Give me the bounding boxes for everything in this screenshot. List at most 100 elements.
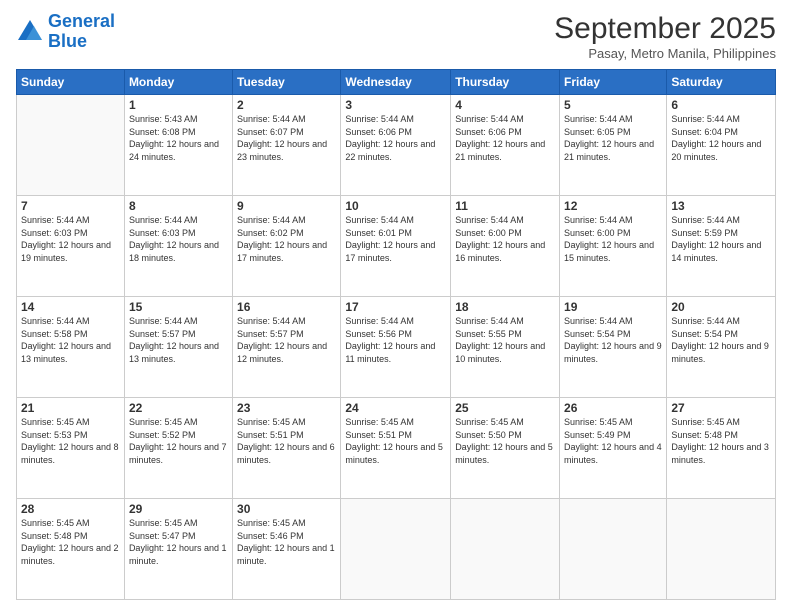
calendar-cell: 16Sunrise: 5:44 AM Sunset: 5:57 PM Dayli… (233, 297, 341, 398)
calendar-cell: 25Sunrise: 5:45 AM Sunset: 5:50 PM Dayli… (451, 398, 560, 499)
day-info: Sunrise: 5:44 AM Sunset: 6:01 PM Dayligh… (345, 214, 446, 264)
day-number: 22 (129, 401, 228, 415)
day-info: Sunrise: 5:44 AM Sunset: 5:55 PM Dayligh… (455, 315, 555, 365)
day-info: Sunrise: 5:44 AM Sunset: 6:00 PM Dayligh… (564, 214, 662, 264)
calendar-cell: 3Sunrise: 5:44 AM Sunset: 6:06 PM Daylig… (341, 95, 451, 196)
logo: General Blue (16, 12, 115, 52)
col-monday: Monday (124, 70, 232, 95)
day-number: 23 (237, 401, 336, 415)
day-number: 18 (455, 300, 555, 314)
day-number: 13 (671, 199, 771, 213)
day-number: 9 (237, 199, 336, 213)
calendar-cell: 30Sunrise: 5:45 AM Sunset: 5:46 PM Dayli… (233, 499, 341, 600)
col-wednesday: Wednesday (341, 70, 451, 95)
day-number: 10 (345, 199, 446, 213)
calendar-week-row: 28Sunrise: 5:45 AM Sunset: 5:48 PM Dayli… (17, 499, 776, 600)
day-number: 6 (671, 98, 771, 112)
calendar-cell: 5Sunrise: 5:44 AM Sunset: 6:05 PM Daylig… (560, 95, 667, 196)
col-tuesday: Tuesday (233, 70, 341, 95)
calendar-cell: 13Sunrise: 5:44 AM Sunset: 5:59 PM Dayli… (667, 196, 776, 297)
calendar-cell: 28Sunrise: 5:45 AM Sunset: 5:48 PM Dayli… (17, 499, 125, 600)
day-info: Sunrise: 5:44 AM Sunset: 5:57 PM Dayligh… (129, 315, 228, 365)
calendar-cell (451, 499, 560, 600)
day-info: Sunrise: 5:45 AM Sunset: 5:48 PM Dayligh… (21, 517, 120, 567)
day-info: Sunrise: 5:44 AM Sunset: 5:58 PM Dayligh… (21, 315, 120, 365)
day-number: 1 (129, 98, 228, 112)
day-number: 27 (671, 401, 771, 415)
day-info: Sunrise: 5:44 AM Sunset: 6:00 PM Dayligh… (455, 214, 555, 264)
calendar-cell: 10Sunrise: 5:44 AM Sunset: 6:01 PM Dayli… (341, 196, 451, 297)
day-info: Sunrise: 5:44 AM Sunset: 6:06 PM Dayligh… (345, 113, 446, 163)
calendar-cell (667, 499, 776, 600)
day-info: Sunrise: 5:45 AM Sunset: 5:48 PM Dayligh… (671, 416, 771, 466)
day-number: 2 (237, 98, 336, 112)
day-info: Sunrise: 5:45 AM Sunset: 5:47 PM Dayligh… (129, 517, 228, 567)
day-number: 3 (345, 98, 446, 112)
day-number: 15 (129, 300, 228, 314)
day-number: 28 (21, 502, 120, 516)
calendar-cell: 26Sunrise: 5:45 AM Sunset: 5:49 PM Dayli… (560, 398, 667, 499)
day-info: Sunrise: 5:45 AM Sunset: 5:51 PM Dayligh… (237, 416, 336, 466)
logo-icon (16, 18, 44, 46)
day-number: 12 (564, 199, 662, 213)
calendar-week-row: 14Sunrise: 5:44 AM Sunset: 5:58 PM Dayli… (17, 297, 776, 398)
calendar-cell (560, 499, 667, 600)
calendar-cell: 11Sunrise: 5:44 AM Sunset: 6:00 PM Dayli… (451, 196, 560, 297)
calendar-cell (17, 95, 125, 196)
day-info: Sunrise: 5:45 AM Sunset: 5:50 PM Dayligh… (455, 416, 555, 466)
title-block: September 2025 Pasay, Metro Manila, Phil… (554, 12, 776, 61)
col-thursday: Thursday (451, 70, 560, 95)
page: General Blue September 2025 Pasay, Metro… (0, 0, 792, 612)
day-info: Sunrise: 5:44 AM Sunset: 5:56 PM Dayligh… (345, 315, 446, 365)
logo-line2: Blue (48, 31, 87, 51)
calendar-cell: 24Sunrise: 5:45 AM Sunset: 5:51 PM Dayli… (341, 398, 451, 499)
day-info: Sunrise: 5:44 AM Sunset: 6:02 PM Dayligh… (237, 214, 336, 264)
day-number: 14 (21, 300, 120, 314)
logo-line1: General (48, 11, 115, 31)
calendar-cell: 1Sunrise: 5:43 AM Sunset: 6:08 PM Daylig… (124, 95, 232, 196)
header: General Blue September 2025 Pasay, Metro… (16, 12, 776, 61)
day-number: 5 (564, 98, 662, 112)
location: Pasay, Metro Manila, Philippines (554, 46, 776, 61)
day-info: Sunrise: 5:44 AM Sunset: 6:05 PM Dayligh… (564, 113, 662, 163)
day-info: Sunrise: 5:44 AM Sunset: 6:07 PM Dayligh… (237, 113, 336, 163)
day-info: Sunrise: 5:44 AM Sunset: 5:57 PM Dayligh… (237, 315, 336, 365)
calendar-cell: 29Sunrise: 5:45 AM Sunset: 5:47 PM Dayli… (124, 499, 232, 600)
day-info: Sunrise: 5:45 AM Sunset: 5:53 PM Dayligh… (21, 416, 120, 466)
month-title: September 2025 (554, 12, 776, 46)
day-info: Sunrise: 5:44 AM Sunset: 6:03 PM Dayligh… (129, 214, 228, 264)
day-number: 24 (345, 401, 446, 415)
day-info: Sunrise: 5:45 AM Sunset: 5:46 PM Dayligh… (237, 517, 336, 567)
calendar-cell: 20Sunrise: 5:44 AM Sunset: 5:54 PM Dayli… (667, 297, 776, 398)
calendar-cell: 12Sunrise: 5:44 AM Sunset: 6:00 PM Dayli… (560, 196, 667, 297)
day-info: Sunrise: 5:44 AM Sunset: 5:54 PM Dayligh… (671, 315, 771, 365)
day-info: Sunrise: 5:43 AM Sunset: 6:08 PM Dayligh… (129, 113, 228, 163)
calendar-cell: 14Sunrise: 5:44 AM Sunset: 5:58 PM Dayli… (17, 297, 125, 398)
day-number: 26 (564, 401, 662, 415)
calendar-cell: 18Sunrise: 5:44 AM Sunset: 5:55 PM Dayli… (451, 297, 560, 398)
col-saturday: Saturday (667, 70, 776, 95)
day-number: 20 (671, 300, 771, 314)
day-info: Sunrise: 5:44 AM Sunset: 5:54 PM Dayligh… (564, 315, 662, 365)
calendar-cell: 23Sunrise: 5:45 AM Sunset: 5:51 PM Dayli… (233, 398, 341, 499)
header-row: Sunday Monday Tuesday Wednesday Thursday… (17, 70, 776, 95)
calendar-cell: 21Sunrise: 5:45 AM Sunset: 5:53 PM Dayli… (17, 398, 125, 499)
calendar-cell: 9Sunrise: 5:44 AM Sunset: 6:02 PM Daylig… (233, 196, 341, 297)
day-number: 30 (237, 502, 336, 516)
calendar-cell: 4Sunrise: 5:44 AM Sunset: 6:06 PM Daylig… (451, 95, 560, 196)
calendar-cell: 7Sunrise: 5:44 AM Sunset: 6:03 PM Daylig… (17, 196, 125, 297)
day-number: 29 (129, 502, 228, 516)
day-number: 16 (237, 300, 336, 314)
calendar-cell: 27Sunrise: 5:45 AM Sunset: 5:48 PM Dayli… (667, 398, 776, 499)
calendar-table: Sunday Monday Tuesday Wednesday Thursday… (16, 69, 776, 600)
calendar-cell: 19Sunrise: 5:44 AM Sunset: 5:54 PM Dayli… (560, 297, 667, 398)
calendar-week-row: 21Sunrise: 5:45 AM Sunset: 5:53 PM Dayli… (17, 398, 776, 499)
day-number: 17 (345, 300, 446, 314)
col-sunday: Sunday (17, 70, 125, 95)
col-friday: Friday (560, 70, 667, 95)
calendar-cell: 15Sunrise: 5:44 AM Sunset: 5:57 PM Dayli… (124, 297, 232, 398)
calendar-cell (341, 499, 451, 600)
day-number: 21 (21, 401, 120, 415)
day-info: Sunrise: 5:44 AM Sunset: 6:03 PM Dayligh… (21, 214, 120, 264)
calendar-cell: 17Sunrise: 5:44 AM Sunset: 5:56 PM Dayli… (341, 297, 451, 398)
